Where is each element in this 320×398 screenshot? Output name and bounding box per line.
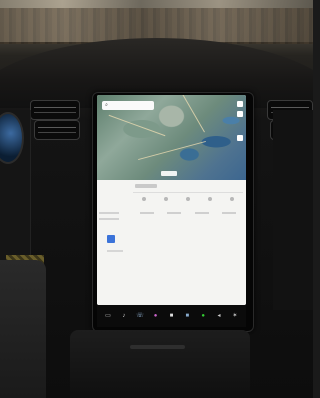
touchscreen[interactable]: ⌕ xyxy=(97,95,246,305)
bottom-dock: ▭ ♪ ☏ ● ■ ■ ● ◂ ✶ xyxy=(97,305,246,327)
car-icon[interactable]: ▭ xyxy=(104,313,111,319)
panel-tabs xyxy=(133,194,243,204)
zoom-out-icon[interactable] xyxy=(237,111,243,117)
tab-1[interactable] xyxy=(142,197,146,201)
locate-icon[interactable] xyxy=(237,135,243,141)
left-air-vent-lower xyxy=(34,120,80,140)
panel-text-line xyxy=(107,250,123,252)
tab-4[interactable] xyxy=(208,197,212,201)
row-item[interactable] xyxy=(222,212,237,214)
map-road xyxy=(179,95,205,133)
phone-icon[interactable]: ☏ xyxy=(136,313,144,319)
volume-icon[interactable]: ◂ xyxy=(216,313,223,319)
side-list-item[interactable] xyxy=(99,212,119,214)
map-search-bar[interactable]: ⌕ xyxy=(102,101,154,110)
tab-3[interactable] xyxy=(186,197,190,201)
panel-header xyxy=(133,182,243,193)
left-air-vent xyxy=(30,100,80,120)
tab-5[interactable] xyxy=(230,197,234,201)
camera-icon[interactable]: ● xyxy=(152,313,159,319)
side-list-item[interactable] xyxy=(99,218,119,220)
media-icon[interactable]: ■ xyxy=(184,313,191,319)
panel-content-row xyxy=(133,212,243,218)
console-slot xyxy=(130,345,185,349)
map-place-label xyxy=(161,171,177,176)
row-item[interactable] xyxy=(167,212,182,214)
row-item[interactable] xyxy=(194,212,209,214)
primary-action-button[interactable] xyxy=(107,235,115,243)
settings-icon[interactable]: ■ xyxy=(168,313,175,319)
app-panel xyxy=(97,180,246,305)
panel-title xyxy=(135,184,157,188)
navigation-map[interactable]: ⌕ xyxy=(97,95,246,180)
car-interior-photo: ⌕ ▭ ♪ ☏ ● ■ ■ ● ◂ ✶ xyxy=(0,0,313,398)
zoom-in-icon[interactable] xyxy=(237,101,243,107)
tab-2[interactable] xyxy=(164,197,168,201)
green-status-icon[interactable]: ● xyxy=(200,313,207,319)
driver-seat xyxy=(0,260,46,398)
fan-icon[interactable]: ✶ xyxy=(231,313,238,319)
map-road xyxy=(138,140,206,161)
music-icon[interactable]: ♪ xyxy=(120,313,127,319)
center-console xyxy=(70,330,250,398)
search-icon: ⌕ xyxy=(105,102,108,108)
map-road xyxy=(108,114,166,137)
row-item[interactable] xyxy=(139,212,154,214)
passenger-door-panel xyxy=(273,110,313,310)
panel-side-list xyxy=(99,208,129,224)
